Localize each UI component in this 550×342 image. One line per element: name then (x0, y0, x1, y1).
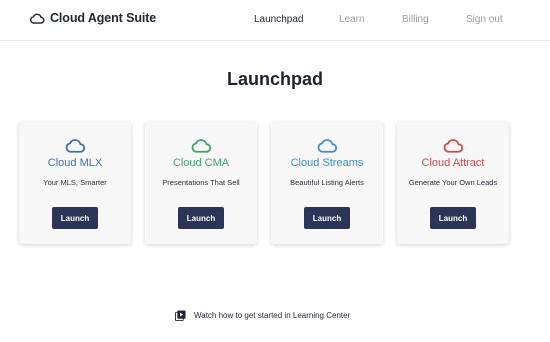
cloud-icon (271, 136, 383, 154)
product-name: Cloud MLX (47, 157, 103, 169)
launch-button[interactable]: Launch (52, 207, 98, 229)
launch-button[interactable]: Launch (178, 207, 224, 229)
brand-logo[interactable]: Cloud Agent Suite (29, 11, 156, 25)
launch-button[interactable]: Launch (430, 207, 476, 229)
product-tagline: Generate Your Own Leads (408, 178, 498, 187)
product-tagline: Your MLS, Smarter (43, 178, 107, 187)
product-name: Cloud Attract (421, 157, 485, 169)
launch-button[interactable]: Launch (304, 207, 350, 229)
cloud-icon (397, 136, 509, 154)
product-tagline: Beautiful Listing Alerts (290, 178, 364, 187)
video-play-icon (175, 310, 186, 321)
product-card-cloud-cma: Cloud CMA Presentations That Sell Launch (145, 122, 257, 244)
cloud-icon (145, 136, 257, 154)
product-card-cloud-streams: Cloud Streams Beautiful Listing Alerts L… (271, 122, 383, 244)
nav-launchpad[interactable]: Launchpad (254, 14, 304, 25)
product-card-cloud-mlx: Cloud MLX Your MLS, Smarter Launch (19, 122, 131, 244)
product-card-cloud-attract: Cloud Attract Generate Your Own Leads La… (397, 122, 509, 244)
nav-billing[interactable]: Billing (402, 14, 429, 25)
nav-sign-out[interactable]: Sign out (466, 14, 503, 25)
page-title: Launchpad (226, 69, 323, 89)
product-name: Cloud Streams (290, 157, 364, 169)
learning-center-link[interactable]: Watch how to get started in Learning Cen… (175, 310, 350, 321)
product-name: Cloud CMA (172, 157, 230, 169)
cloud-icon (19, 136, 131, 154)
brand-name: Cloud Agent Suite (50, 11, 157, 25)
top-navbar: Cloud Agent Suite Launchpad Learn Billin… (0, 0, 550, 41)
learning-center-label: Watch how to get started in Learning Cen… (194, 311, 351, 320)
product-tagline: Presentations That Sell (162, 178, 240, 187)
cloud-logo-icon (29, 11, 45, 25)
nav-learn[interactable]: Learn (339, 14, 365, 25)
